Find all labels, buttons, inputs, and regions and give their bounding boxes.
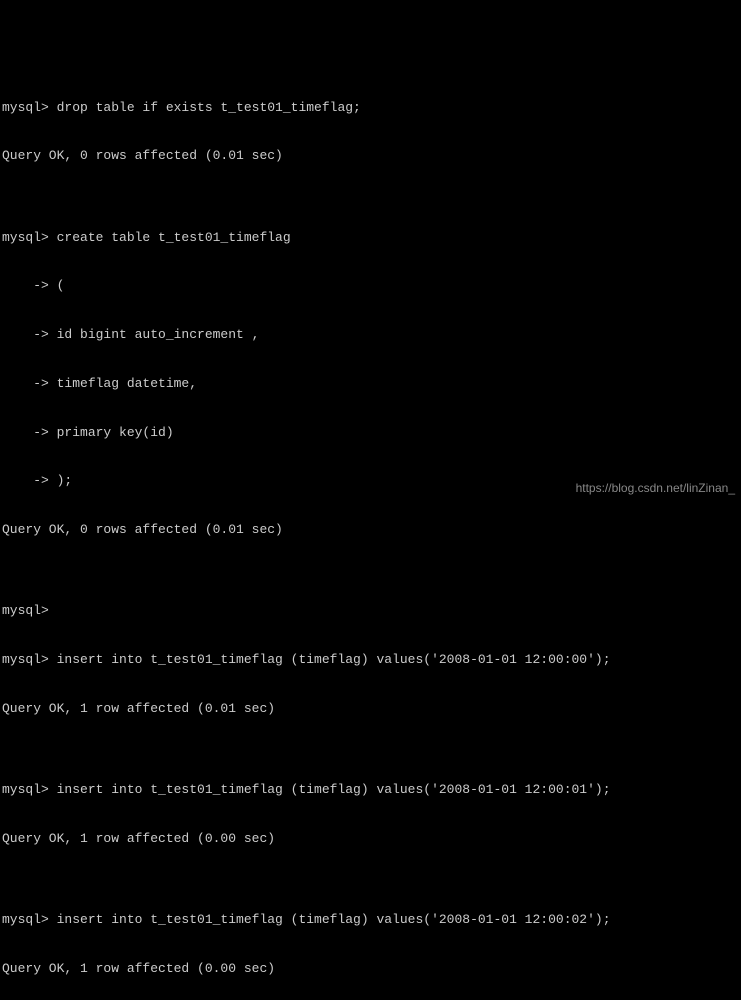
terminal-line: Query OK, 1 row affected (0.01 sec) bbox=[2, 701, 739, 717]
terminal-line: mysql> drop table if exists t_test01_tim… bbox=[2, 100, 739, 116]
watermark-text: https://blog.csdn.net/linZinan_ bbox=[576, 481, 735, 496]
terminal-line: -> timeflag datetime, bbox=[2, 376, 739, 392]
terminal-output: mysql> drop table if exists t_test01_tim… bbox=[2, 67, 739, 1000]
terminal-line: mysql> insert into t_test01_timeflag (ti… bbox=[2, 912, 739, 928]
terminal-line: mysql> insert into t_test01_timeflag (ti… bbox=[2, 782, 739, 798]
terminal-line: mysql> create table t_test01_timeflag bbox=[2, 230, 739, 246]
terminal-line: -> id bigint auto_increment , bbox=[2, 327, 739, 343]
terminal-line: Query OK, 0 rows affected (0.01 sec) bbox=[2, 522, 739, 538]
terminal-line: Query OK, 1 row affected (0.00 sec) bbox=[2, 961, 739, 977]
terminal-line: Query OK, 0 rows affected (0.01 sec) bbox=[2, 148, 739, 164]
terminal-line: -> ( bbox=[2, 278, 739, 294]
terminal-line: mysql> insert into t_test01_timeflag (ti… bbox=[2, 652, 739, 668]
terminal-line: mysql> bbox=[2, 603, 739, 619]
terminal-line: Query OK, 1 row affected (0.00 sec) bbox=[2, 831, 739, 847]
terminal-line: -> primary key(id) bbox=[2, 425, 739, 441]
